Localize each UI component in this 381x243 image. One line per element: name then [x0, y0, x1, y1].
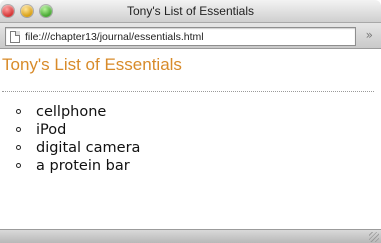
- browser-window: Tony's List of Essentials file:///chapte…: [0, 0, 381, 243]
- toolbar-overflow-button[interactable]: »: [366, 28, 373, 42]
- bullet-icon: [16, 109, 21, 114]
- essentials-list: cellphone iPod digital camera a protein …: [16, 103, 140, 175]
- bullet-icon: [16, 127, 21, 132]
- bullet-icon: [16, 145, 21, 150]
- resize-grip-icon[interactable]: [369, 232, 379, 242]
- status-bar: [0, 229, 381, 243]
- list-item: a protein bar: [16, 157, 140, 175]
- list-item: iPod: [16, 121, 140, 139]
- list-item: cellphone: [16, 103, 140, 121]
- list-item: digital camera: [16, 139, 140, 157]
- page-heading: Tony's List of Essentials: [2, 55, 182, 74]
- title-bar[interactable]: Tony's List of Essentials: [0, 0, 381, 23]
- bullet-icon: [16, 163, 21, 168]
- list-item-label: cellphone: [36, 104, 107, 120]
- list-item-label: digital camera: [36, 140, 141, 156]
- heading-divider: [2, 91, 374, 92]
- window-title: Tony's List of Essentials: [126, 4, 254, 18]
- page-content: Tony's List of Essentials cellphone iPod…: [0, 49, 381, 229]
- address-toolbar: file:///chapter13/journal/essentials.htm…: [0, 23, 381, 49]
- url-text[interactable]: file:///chapter13/journal/essentials.htm…: [25, 31, 204, 43]
- page-icon: [10, 30, 20, 43]
- list-item-label: iPod: [36, 122, 67, 138]
- list-item-label: a protein bar: [36, 158, 130, 174]
- address-bar[interactable]: file:///chapter13/journal/essentials.htm…: [5, 27, 356, 46]
